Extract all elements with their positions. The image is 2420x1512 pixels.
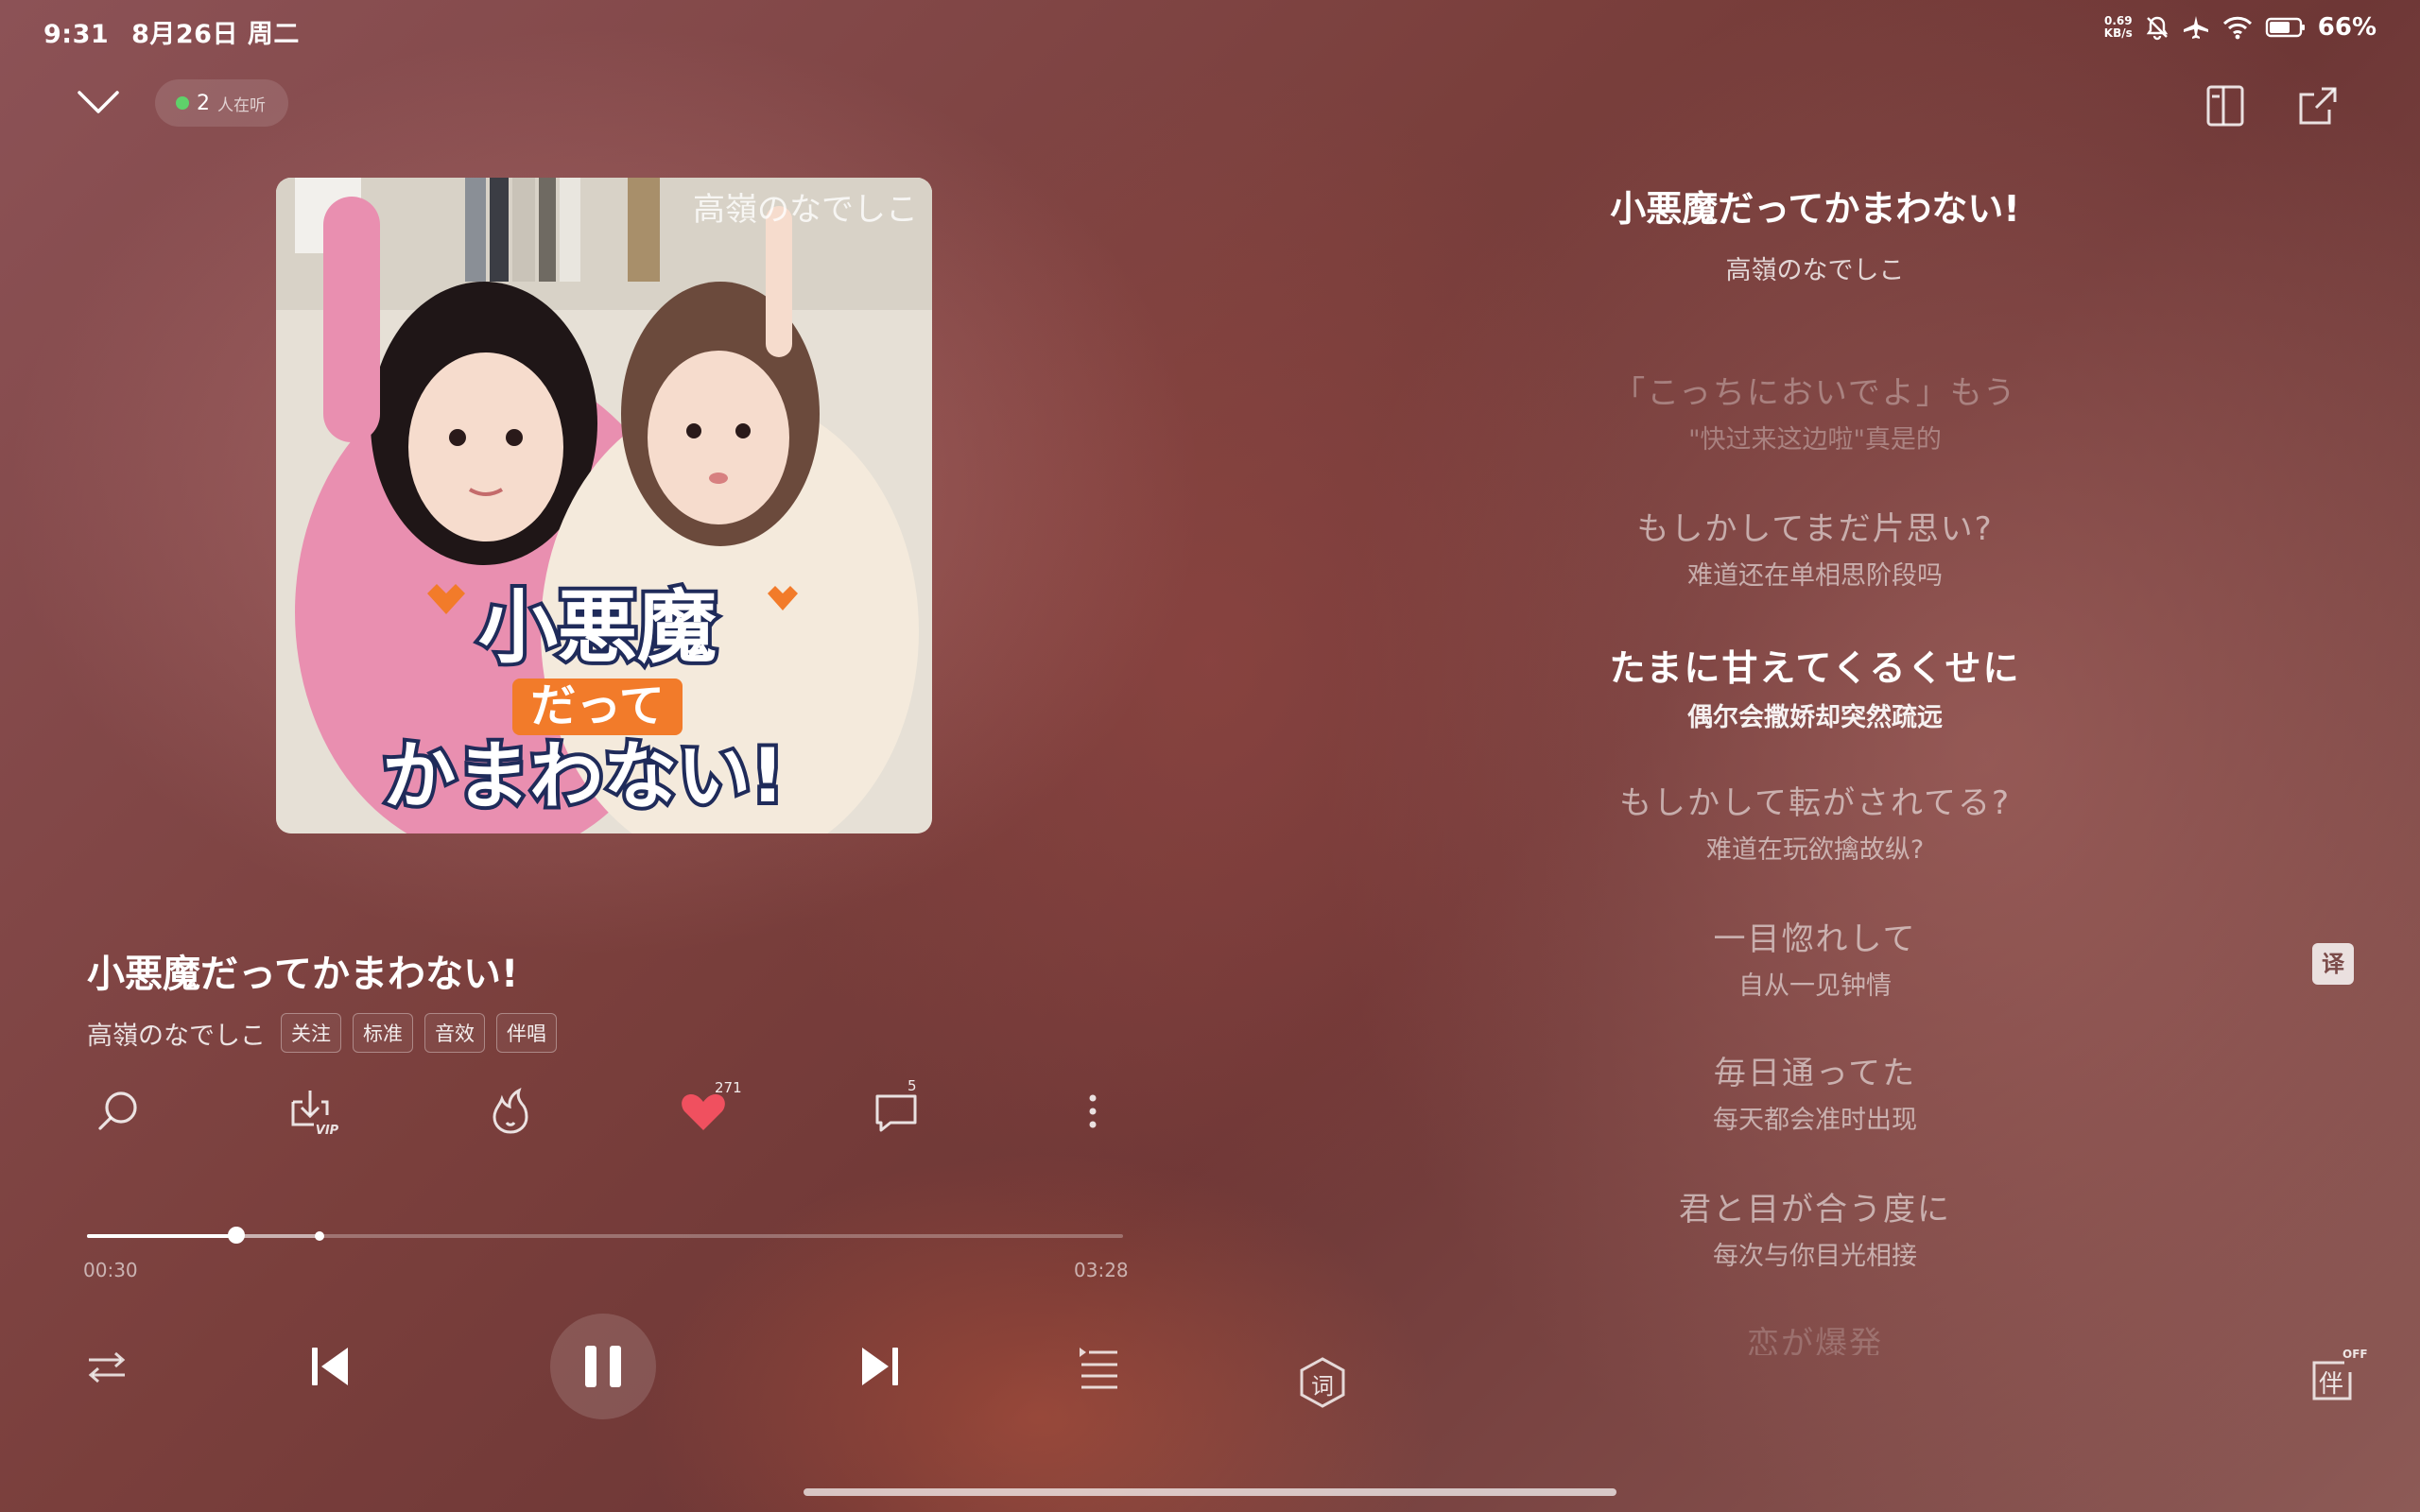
lyrics-mode-label: 词 [1311, 1373, 1334, 1400]
svg-text:高嶺のなでしこ: 高嶺のなでしこ [693, 191, 918, 229]
song-title: 小悪魔だってかまわない! [87, 953, 519, 996]
lyrics-artist: 高嶺のなでしこ [1725, 256, 1905, 285]
svg-text:小悪魔: 小悪魔 [478, 581, 717, 674]
lyric-original: 一目惚れして [1713, 920, 1917, 958]
album-cover-illustration: 小悪魔 だって かまわない! 高嶺のなでしこ [276, 178, 932, 833]
artist-row: 高嶺のなでしこ 关注 标准 音效 伴唱 [87, 1013, 557, 1053]
lyric-line[interactable]: もしかしてまだ片思い? 难道还在单相思阶段吗 [1475, 503, 2155, 592]
lyric-translation: 偶尔会撒娇却突然疏远 [1687, 703, 1943, 732]
like-heart-icon[interactable]: 271 [677, 1079, 742, 1138]
battery-icon [2265, 16, 2307, 39]
next-track-icon[interactable] [853, 1340, 906, 1393]
lyrics-song-title: 小悪魔だってかまわない! [1610, 188, 2020, 230]
lyric-translation: 自从一见钟情 [1738, 971, 1892, 1001]
svg-text:かまわない!: かまわない! [382, 734, 785, 819]
listeners-count: 2 [197, 91, 210, 115]
collapse-chevron-down-icon[interactable] [74, 83, 123, 121]
lyric-translation: 每次与你目光相接 [1713, 1242, 1917, 1271]
clock-time: 9:31 [43, 20, 110, 49]
lyrics-mode-button[interactable]: 词 [1295, 1355, 1350, 1414]
buffer-marker [314, 1231, 324, 1241]
lyric-line[interactable]: 君と目が合う度に 每次与你目光相接 [1475, 1183, 2155, 1272]
battery-percentage: 66% [2317, 13, 2377, 42]
comment-icon[interactable]: 5 [870, 1077, 923, 1138]
accompaniment-label: 伴 [2318, 1370, 2343, 1399]
wifi-icon [2221, 14, 2254, 41]
svg-text:VIP: VIP [316, 1124, 338, 1138]
airplane-icon [2182, 14, 2210, 41]
lyric-original: もしかして転がされてる? [1618, 784, 2011, 822]
listeners-label: 人在听 [217, 95, 266, 115]
search-icon[interactable] [93, 1085, 146, 1138]
like-count: 271 [715, 1079, 742, 1096]
accompaniment-state: OFF [2342, 1348, 2368, 1361]
sound-effect-tag[interactable]: 音效 [424, 1013, 485, 1053]
album-cover[interactable]: 小悪魔 だって かまわない! 高嶺のなでしこ [276, 178, 932, 833]
lyric-translation: 每天都会准时出现 [1713, 1106, 1917, 1135]
lyric-original: 「こっちにおいでよ」もう [1613, 374, 2017, 412]
lyric-translation: 难道还在单相思阶段吗 [1687, 561, 1943, 591]
status-bar-indicators: 0.69 KB/s 66% [2104, 13, 2377, 42]
play-pause-button[interactable] [550, 1314, 656, 1419]
lyric-line[interactable]: 一目惚れして 自从一见钟情 [1475, 913, 2155, 1002]
lyric-line-current[interactable]: たまに甘えてくるくせに 偶尔会撒娇却突然疏远 [1475, 639, 2155, 733]
download-vip-icon[interactable]: VIP [285, 1085, 338, 1138]
share-external-icon[interactable] [2295, 83, 2341, 129]
split-screen-icon[interactable] [2203, 83, 2248, 129]
comment-count: 5 [908, 1077, 917, 1094]
more-options-icon[interactable] [1066, 1085, 1119, 1138]
lyric-original: 毎日通ってた [1713, 1055, 1917, 1092]
lyric-line[interactable]: 「こっちにおいでよ」もう "快过来这边啦"真是的 [1475, 367, 2155, 455]
lyric-original: たまに甘えてくるくせに [1609, 647, 2021, 689]
listeners-pill[interactable]: 2 人在听 [155, 79, 288, 127]
progress-played [87, 1234, 236, 1238]
lyric-translation: 难道在玩欲擒故纵? [1705, 835, 1925, 865]
total-time: 03:28 [1074, 1259, 1129, 1281]
network-speed-unit: KB/s [2103, 26, 2133, 40]
mute-bell-icon [2144, 14, 2170, 41]
online-dot-icon [176, 96, 189, 110]
lyric-translation: "快过来这边啦"真是的 [1688, 425, 1942, 455]
current-time: 00:30 [83, 1259, 138, 1281]
playlist-queue-icon[interactable] [1076, 1344, 1123, 1391]
previous-track-icon[interactable] [304, 1340, 357, 1393]
follow-tag[interactable]: 关注 [281, 1013, 341, 1053]
status-bar-time: 9:31 8月26日 周二 [43, 13, 300, 50]
svg-text:だって: だって [530, 679, 665, 732]
lyric-line[interactable]: もしかして転がされてる? 难道在玩欲擒故纵? [1475, 777, 2155, 866]
progress-knob[interactable] [227, 1227, 245, 1244]
clock-date: 8月26日 周二 [131, 20, 300, 49]
lyric-original: もしかしてまだ片思い? [1636, 510, 1994, 548]
pause-icon [579, 1343, 627, 1390]
translate-toggle-button[interactable]: 译 [2312, 943, 2354, 985]
shuffle-order-icon[interactable] [83, 1344, 130, 1391]
backing-vocal-tag[interactable]: 伴唱 [496, 1013, 557, 1053]
home-indicator[interactable] [804, 1488, 1616, 1496]
lyric-original: 恋が爆発 [1747, 1325, 1883, 1355]
lyric-line[interactable]: 恋が爆発 [1475, 1317, 2155, 1355]
flame-icon[interactable] [484, 1085, 537, 1138]
lyric-original: 君と目が合う度に [1679, 1191, 1951, 1228]
artist-name[interactable]: 高嶺のなでしこ [87, 1015, 266, 1052]
network-speed: 0.69 KB/s [2104, 15, 2133, 40]
accompaniment-toggle-button[interactable]: 伴 OFF [2307, 1348, 2368, 1410]
lyric-line[interactable]: 毎日通ってた 每天都会准时出现 [1475, 1047, 2155, 1136]
quality-tag[interactable]: 标准 [353, 1013, 413, 1053]
